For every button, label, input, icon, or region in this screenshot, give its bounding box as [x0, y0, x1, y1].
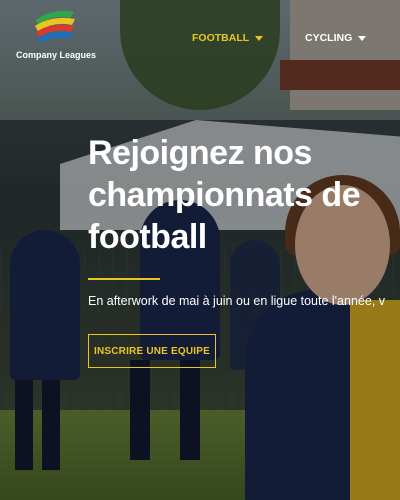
chevron-down-icon [255, 35, 264, 41]
site-header: Company Leagues FOOTBALL CYCLING [0, 0, 400, 78]
hero-section: Company Leagues FOOTBALL CYCLING Rejoign… [0, 0, 400, 500]
register-team-button[interactable]: INSCRIRE UNE EQUIPE [88, 334, 216, 368]
logo-mark-icon [35, 11, 75, 43]
title-divider [88, 278, 160, 280]
nav-item-label: FOOTBALL [192, 32, 250, 44]
brand-name: Company Leagues [16, 50, 97, 60]
hero-title: Rejoignez nos championnats de football [88, 134, 361, 256]
nav-item-label: CYCLING [305, 32, 353, 44]
nav-item-cycling[interactable]: CYCLING [305, 32, 367, 44]
brand-logo[interactable]: Company Leagues [16, 4, 106, 66]
hero-subtitle: En afterwork de mai à juin ou en ligue t… [88, 294, 386, 308]
nav-item-football[interactable]: FOOTBALL [192, 32, 264, 44]
chevron-down-icon [358, 35, 367, 41]
